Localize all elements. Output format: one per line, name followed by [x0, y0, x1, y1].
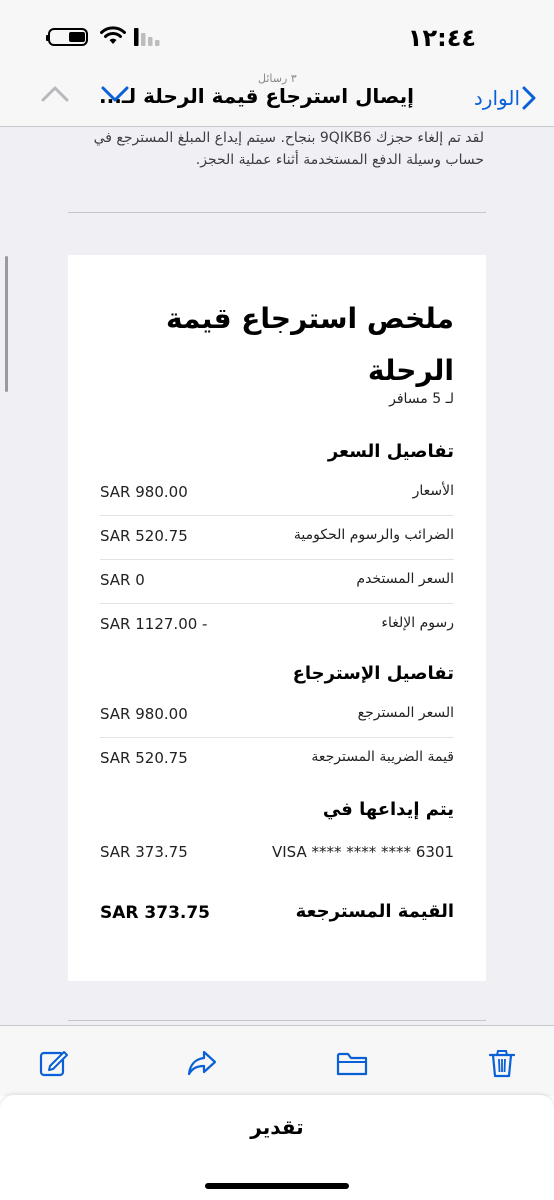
row-value: SAR 980.00	[100, 483, 188, 501]
row-label: الأسعار	[412, 483, 454, 499]
refund-details-title: تفاصيل الإسترجاع	[292, 663, 454, 684]
chevron-right-icon	[522, 86, 536, 110]
folder-icon[interactable]	[336, 1048, 368, 1078]
chevron-down-icon[interactable]	[100, 84, 130, 104]
forward-icon[interactable]	[186, 1048, 218, 1078]
row-label: السعر المستخدم	[356, 571, 454, 587]
table-row: قيمة الضريبة المسترجعة SAR 520.75	[100, 737, 454, 781]
signal-icon	[134, 28, 160, 46]
navigation-bar: الوارد ٣ رسائل إيصال استرجاع قيمة الرحلة…	[0, 60, 554, 127]
thread-title: إيصال استرجاع قيمة الرحلة لـ...	[99, 84, 414, 108]
deposit-amount: SAR 373.75	[100, 843, 188, 861]
row-value: SAR 980.00	[100, 705, 188, 723]
passenger-count: لـ 5 مسافر	[389, 391, 454, 407]
row-value: SAR 520.75	[100, 749, 188, 767]
wifi-icon	[100, 26, 126, 44]
divider	[68, 1020, 486, 1021]
table-row: الضرائب والرسوم الحكومية SAR 520.75	[100, 515, 454, 560]
bottom-sheet[interactable]: تقدير	[0, 1095, 554, 1200]
total-label: القيمة المسترجعة	[295, 901, 454, 922]
divider	[68, 212, 486, 213]
row-label: السعر المسترجع	[357, 705, 454, 721]
table-row: الأسعار SAR 980.00	[100, 471, 454, 516]
back-label: الوارد	[473, 86, 520, 110]
home-indicator[interactable]	[205, 1183, 349, 1189]
compose-icon[interactable]	[38, 1048, 70, 1078]
total-value: SAR 373.75	[100, 903, 211, 923]
table-row: السعر المسترجع SAR 980.00	[100, 693, 454, 738]
email-content[interactable]: لقد تم إلغاء حجزك 9QIKB6 بنجاح. سيتم إيد…	[0, 127, 554, 1025]
row-label: الضرائب والرسوم الحكومية	[293, 527, 454, 543]
row-value: SAR 1127.00 -	[100, 615, 208, 633]
refund-summary-card: ملخص استرجاع قيمة الرحلة لـ 5 مسافر تفاص…	[68, 255, 486, 981]
table-row: رسوم الإلغاء SAR 1127.00 -	[100, 603, 454, 647]
mail-toolbar	[0, 1025, 554, 1096]
summary-title: ملخص استرجاع قيمة الرحلة	[166, 302, 454, 387]
status-time: ١٢:٤٤	[407, 24, 476, 52]
deposit-title: يتم إيداعها في	[322, 799, 454, 820]
back-button[interactable]: الوارد	[474, 86, 536, 110]
card-number: VISA **** **** **** 6301	[272, 843, 454, 861]
row-label: قيمة الضريبة المسترجعة	[311, 749, 454, 765]
bottom-sheet-label[interactable]: تقدير	[0, 1115, 554, 1139]
status-bar: ١٢:٤٤	[0, 0, 554, 60]
table-row: السعر المستخدم SAR 0	[100, 559, 454, 604]
scroll-indicator[interactable]	[5, 256, 8, 392]
trash-icon[interactable]	[486, 1048, 518, 1078]
row-value: SAR 0	[100, 571, 145, 589]
price-details-title: تفاصيل السعر	[327, 441, 454, 462]
deposit-row: VISA **** **** **** 6301 SAR 373.75	[100, 831, 454, 875]
row-value: SAR 520.75	[100, 527, 188, 545]
chevron-up-icon[interactable]	[40, 84, 70, 104]
battery-icon	[46, 28, 88, 46]
intro-text: لقد تم إلغاء حجزك 9QIKB6 بنجاح. سيتم إيد…	[93, 130, 484, 168]
row-label: رسوم الإلغاء	[381, 615, 454, 631]
